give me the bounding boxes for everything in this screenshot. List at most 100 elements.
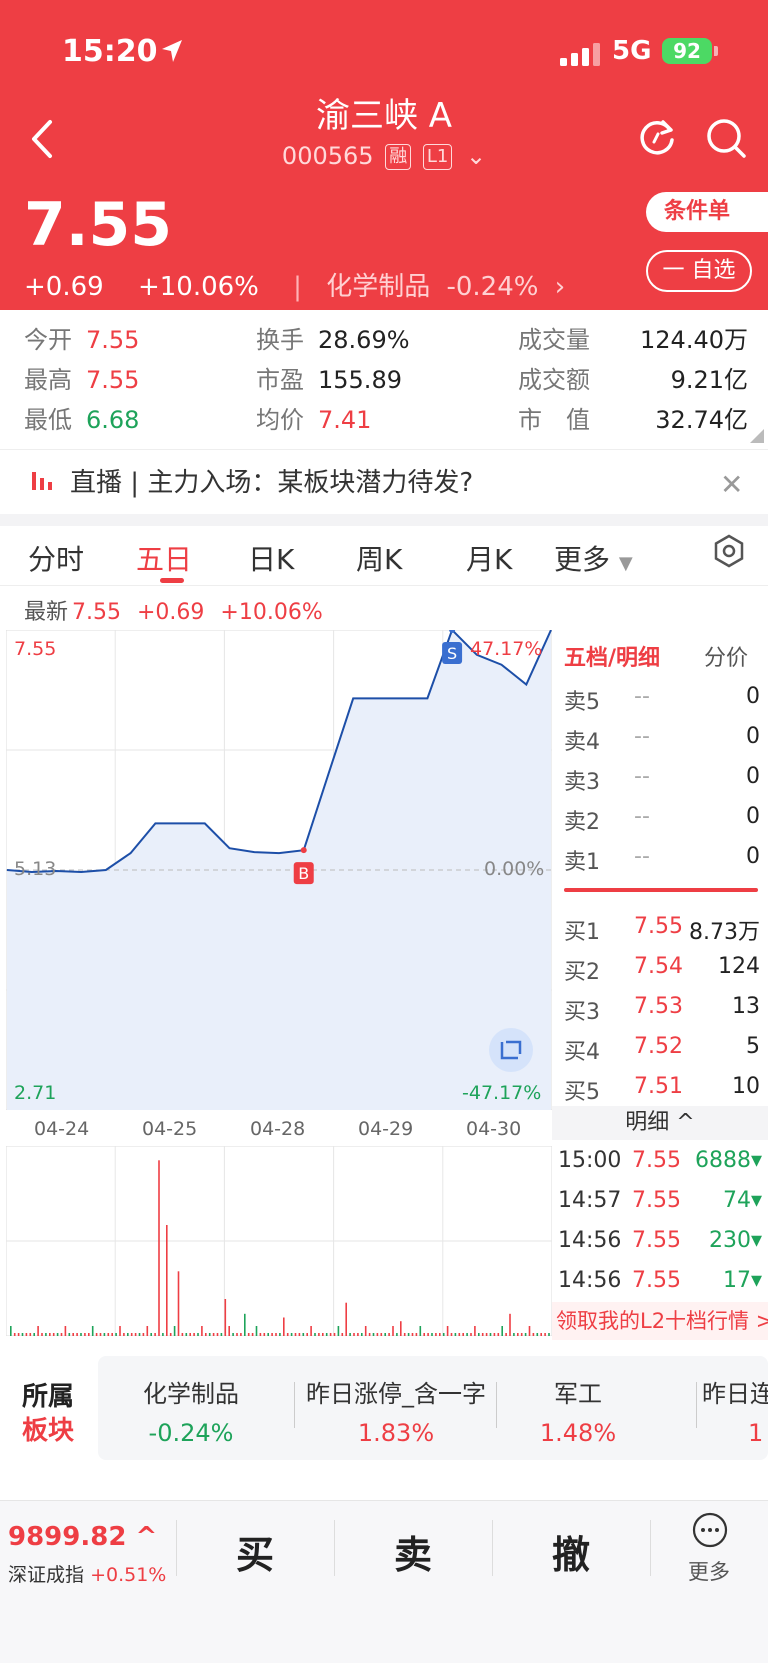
live-text[interactable]: 直播 | 主力入场：某板块潜力待发? <box>70 462 473 499</box>
volume-bar <box>368 1333 371 1336</box>
tab-week-k[interactable]: 周K <box>356 538 402 578</box>
volume-bar <box>458 1333 461 1336</box>
bid-row: 买3 7.53 13 <box>564 994 760 1025</box>
volume-bar <box>333 1333 336 1336</box>
volume-bar <box>267 1333 269 1336</box>
volume-bar <box>91 1326 94 1336</box>
industry-pct[interactable]: -0.24% <box>446 272 538 302</box>
volume-bar <box>345 1302 347 1336</box>
tab-more[interactable]: 更多 ▼ <box>554 538 633 578</box>
volume-bar <box>49 1333 51 1336</box>
spread-divider <box>564 888 758 892</box>
volume-bar <box>76 1333 78 1336</box>
refresh-icon[interactable] <box>636 116 678 158</box>
add-watchlist-button[interactable]: 一 自选 <box>646 250 752 292</box>
volume-bar <box>497 1333 500 1336</box>
index-value[interactable]: 9899.82 ^ <box>8 1522 157 1552</box>
volume-bar <box>103 1333 106 1336</box>
volume-bar <box>115 1333 117 1336</box>
volume-bar <box>400 1321 402 1336</box>
volume-bar <box>411 1333 414 1336</box>
volume-bar <box>470 1333 472 1336</box>
volume-chart[interactable] <box>6 1146 552 1336</box>
volume-bar <box>130 1333 133 1336</box>
ask-row: 卖2 -- 0 <box>564 804 760 835</box>
cancel-order-button[interactable]: 撤 <box>552 1524 590 1579</box>
more-label[interactable]: 更多 <box>688 1556 730 1586</box>
volume-bar <box>454 1333 457 1336</box>
more-icon[interactable] <box>692 1512 728 1548</box>
location-icon <box>162 40 182 62</box>
volume-bar <box>244 1313 246 1336</box>
ask-row: 卖1 -- 0 <box>564 844 760 875</box>
chevron-down-icon[interactable]: ⌄ <box>466 142 486 170</box>
svg-text:B: B <box>298 864 309 883</box>
price-distribution-tab[interactable]: 分价 <box>704 640 748 672</box>
volume-bar <box>349 1333 351 1336</box>
volume-bar <box>247 1333 250 1336</box>
volume-bar <box>201 1326 203 1336</box>
volume-bar <box>423 1333 425 1336</box>
volume-bar <box>150 1333 152 1336</box>
volume-bar <box>450 1333 453 1336</box>
sector-item[interactable]: 昨日涨停_含一字 1.83% <box>302 1374 490 1447</box>
condition-order-button[interactable]: 条件单 <box>646 192 768 232</box>
latest-row: 最新 7.55 +0.69 +10.06% <box>24 600 323 625</box>
volume-bar <box>517 1333 519 1336</box>
volume-bar <box>52 1333 55 1336</box>
x-tick-label: 04-28 <box>250 1118 306 1140</box>
close-icon[interactable]: ✕ <box>720 468 743 501</box>
volume-bar <box>142 1333 145 1336</box>
stock-code: 000565 <box>281 142 374 170</box>
buy-button[interactable]: 买 <box>236 1524 274 1579</box>
tab-five-day[interactable]: 五日 <box>136 538 192 578</box>
volume-bar <box>84 1333 86 1336</box>
volume-bar <box>501 1326 503 1336</box>
sell-button[interactable]: 卖 <box>394 1524 432 1579</box>
live-bars-icon <box>32 472 52 490</box>
expand-corner-icon[interactable] <box>750 429 764 443</box>
sector-list: 化学制品 -0.24% 昨日涨停_含一字 1.83% 军工 1.48% 昨日连 1 <box>98 1356 768 1460</box>
volume-bar <box>177 1271 180 1336</box>
volume-bar <box>99 1333 102 1336</box>
settings-icon[interactable] <box>712 534 746 568</box>
sector-item[interactable]: 军工 1.48% <box>518 1374 638 1447</box>
volume-bar <box>21 1333 24 1336</box>
volume-bar <box>298 1333 301 1336</box>
tab-day-k[interactable]: 日K <box>248 538 294 578</box>
tab-intraday[interactable]: 分时 <box>28 538 84 578</box>
volume-bar <box>419 1326 422 1336</box>
fullscreen-button[interactable] <box>489 1028 533 1072</box>
quote-open: 今开 7.55 <box>24 326 140 354</box>
volume-bar <box>548 1333 550 1336</box>
chevron-right-icon[interactable]: › <box>555 272 565 302</box>
volume-bar <box>478 1333 480 1336</box>
volume-bar <box>17 1333 20 1336</box>
status-bar: 15:20 5G 92 <box>0 0 768 100</box>
order-book-tab[interactable]: 五档/明细 <box>564 640 660 672</box>
l2-promo-link[interactable]: 领取我的L2十档行情 > <box>552 1302 768 1340</box>
bar-divider <box>334 1520 335 1576</box>
volume-bar <box>224 1299 227 1336</box>
volume-bar <box>275 1333 277 1336</box>
volume-bar <box>540 1333 542 1336</box>
index-name-row[interactable]: 深证成指 +0.51% <box>8 1560 166 1587</box>
volume-bar <box>431 1333 433 1336</box>
sector-item[interactable]: 昨日连 1 <box>702 1374 768 1447</box>
volume-bar <box>415 1333 418 1336</box>
section-gap <box>0 514 768 526</box>
x-tick-label: 04-29 <box>358 1118 414 1140</box>
ask-row: 卖3 -- 0 <box>564 764 760 795</box>
sector-item[interactable]: 化学制品 -0.24% <box>128 1374 254 1447</box>
volume-bar <box>306 1333 308 1336</box>
network-type: 5G <box>612 36 652 66</box>
signal-icon <box>560 43 600 66</box>
tick-row: 14:57 7.55 74▾ <box>558 1188 762 1213</box>
tick-row: 15:00 7.55 6888▾ <box>558 1148 762 1173</box>
detail-toggle[interactable]: 明细 ^ <box>552 1106 768 1140</box>
search-icon[interactable] <box>704 116 748 160</box>
industry-name[interactable]: 化学制品 <box>326 272 430 302</box>
tab-month-k[interactable]: 月K <box>466 538 512 578</box>
volume-bar <box>403 1333 406 1336</box>
price-chart[interactable]: BS <box>6 630 552 1110</box>
